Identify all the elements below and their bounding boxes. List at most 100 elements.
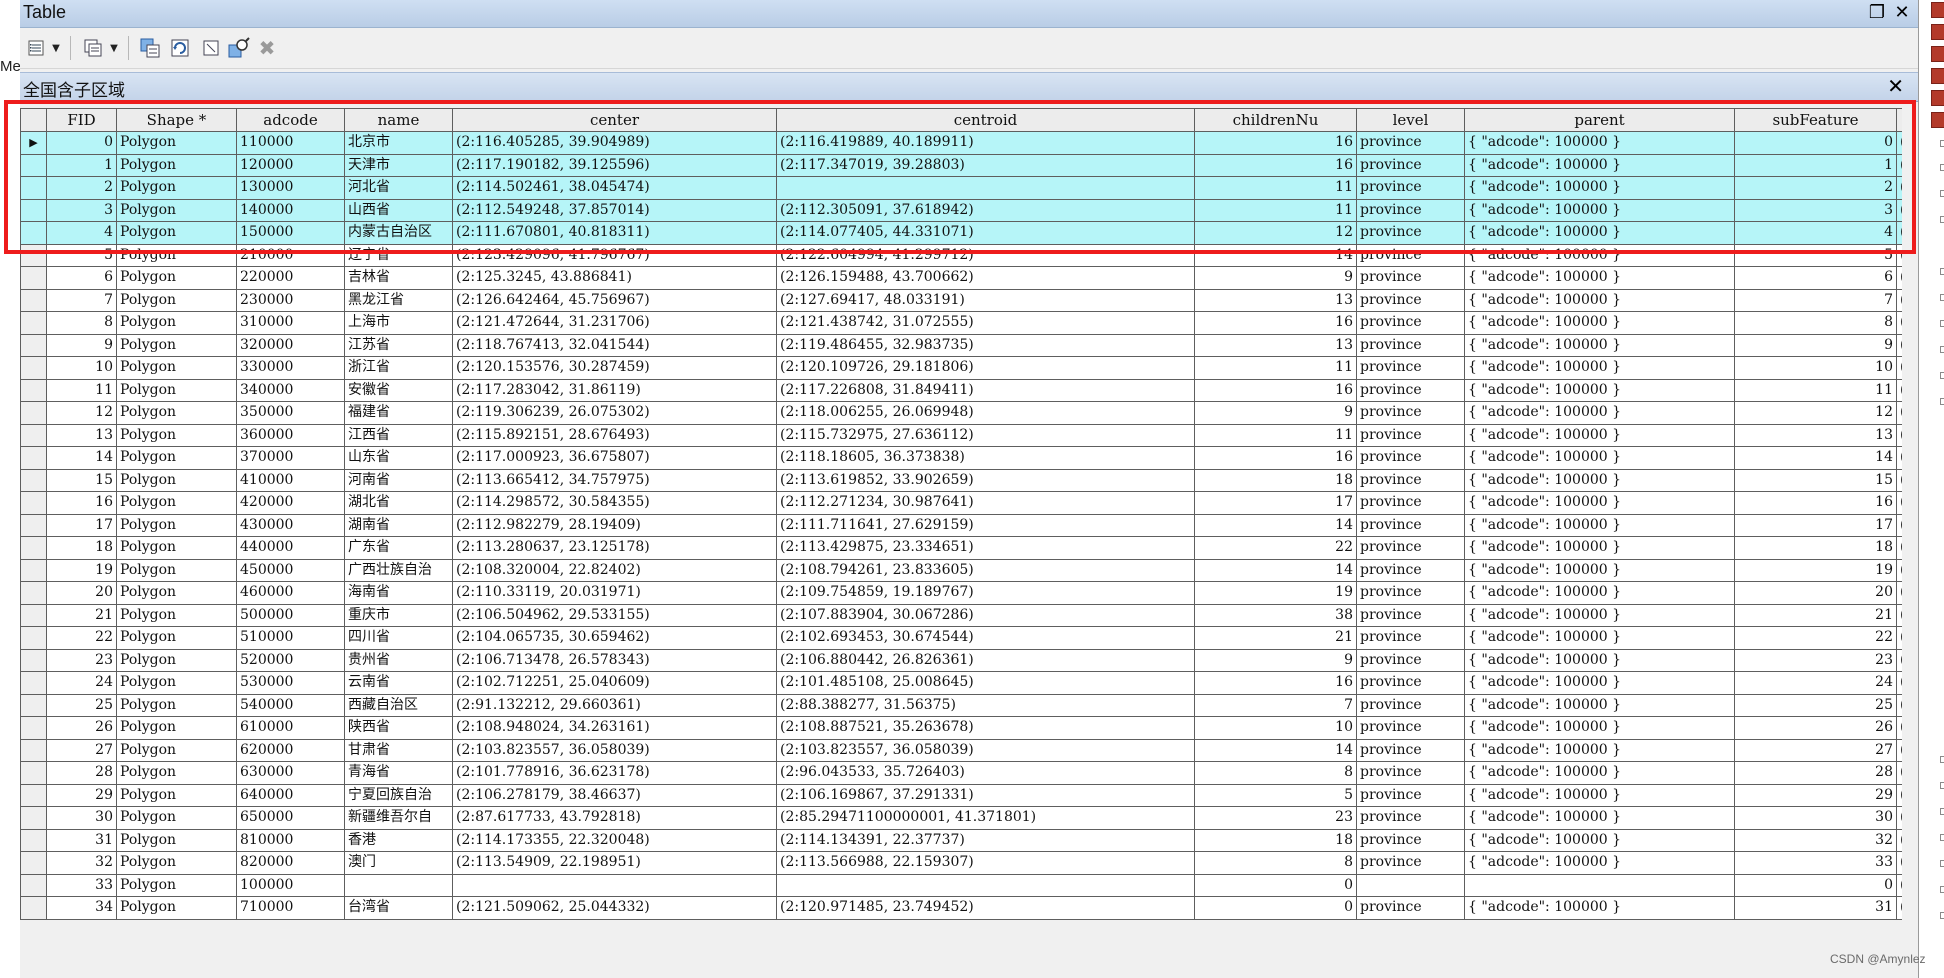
table-cell[interactable]: 23 bbox=[1734, 648, 1897, 672]
table-cell[interactable]: { "adcode": 100000 } bbox=[1464, 783, 1735, 807]
table-cell[interactable]: Polygon bbox=[116, 693, 237, 717]
column-header-overflow[interactable] bbox=[1896, 108, 1902, 132]
table-cell[interactable]: 410000 bbox=[236, 468, 345, 492]
table-tab[interactable]: 全国含子区域 ✕ bbox=[20, 72, 1918, 102]
table-cell-overflow[interactable]: ( bbox=[1896, 243, 1902, 267]
table-cell[interactable]: 340000 bbox=[236, 378, 345, 402]
table-cell[interactable]: 19 bbox=[46, 558, 117, 582]
table-cell[interactable]: { "adcode": 100000 } bbox=[1464, 671, 1735, 695]
row-selector[interactable] bbox=[20, 288, 47, 312]
table-cell[interactable]: Polygon bbox=[116, 851, 237, 875]
row-selector-header[interactable] bbox=[20, 108, 47, 132]
table-cell[interactable]: 210000 bbox=[236, 243, 345, 267]
table-row[interactable]: 10 Polygon 330000 浙江省 (2:120.153576, 30.2874… bbox=[20, 356, 1902, 380]
table-cell[interactable]: Polygon bbox=[116, 536, 237, 560]
table-cell[interactable]: 江西省 bbox=[344, 423, 453, 447]
table-cell[interactable]: 安徽省 bbox=[344, 378, 453, 402]
table-cell[interactable]: province bbox=[1356, 536, 1465, 560]
table-row[interactable]: 13 Polygon 360000 江西省 (2:115.892151, 28.6764… bbox=[20, 423, 1902, 447]
row-selector[interactable] bbox=[20, 806, 47, 830]
maximize-icon[interactable]: ❐ bbox=[1867, 3, 1887, 23]
table-cell[interactable]: { "adcode": 100000 } bbox=[1464, 558, 1735, 582]
table-cell[interactable]: 20 bbox=[46, 581, 117, 605]
table-cell[interactable]: 陕西省 bbox=[344, 716, 453, 740]
table-cell[interactable]: 33 bbox=[46, 873, 117, 897]
table-cell[interactable]: 18 bbox=[1194, 828, 1357, 852]
table-cell[interactable]: Polygon bbox=[116, 603, 237, 627]
table-cell[interactable]: Polygon bbox=[116, 558, 237, 582]
table-cell[interactable]: 北京市 bbox=[344, 131, 453, 155]
table-cell[interactable]: 0 bbox=[1194, 873, 1357, 897]
table-cell[interactable]: 30 bbox=[1734, 806, 1897, 830]
table-cell[interactable]: (2:113.619852, 33.902659) bbox=[776, 468, 1195, 492]
row-selector[interactable] bbox=[20, 153, 47, 177]
table-cell[interactable] bbox=[344, 873, 453, 897]
table-cell[interactable]: province bbox=[1356, 378, 1465, 402]
table-cell[interactable]: 16 bbox=[1194, 131, 1357, 155]
tree-expander-icon[interactable] bbox=[1940, 216, 1944, 223]
table-cell[interactable]: (2:101.778916, 36.623178) bbox=[452, 761, 777, 785]
table-cell[interactable]: 16 bbox=[1194, 671, 1357, 695]
table-cell[interactable]: 贵州省 bbox=[344, 648, 453, 672]
table-cell[interactable] bbox=[1356, 873, 1465, 897]
table-cell[interactable]: 650000 bbox=[236, 806, 345, 830]
row-selector[interactable] bbox=[20, 626, 47, 650]
table-cell[interactable]: Polygon bbox=[116, 131, 237, 155]
table-cell[interactable]: (2:123.429096, 41.796767) bbox=[452, 243, 777, 267]
table-cell[interactable]: (2:88.388277, 31.56375) bbox=[776, 693, 1195, 717]
tree-expander-icon[interactable] bbox=[1940, 372, 1944, 379]
table-cell[interactable]: 610000 bbox=[236, 716, 345, 740]
table-cell[interactable]: province bbox=[1356, 401, 1465, 425]
table-cell[interactable]: 山西省 bbox=[344, 198, 453, 222]
table-cell[interactable]: 0 bbox=[1734, 873, 1897, 897]
table-cell-overflow[interactable]: ( bbox=[1896, 311, 1902, 335]
table-row[interactable]: 31 Polygon 810000 香港 (2:114.173355, 22.32004… bbox=[20, 828, 1902, 852]
table-cell[interactable]: { "adcode": 100000 } bbox=[1464, 716, 1735, 740]
table-cell[interactable]: 16 bbox=[1194, 311, 1357, 335]
select-by-attributes-icon[interactable] bbox=[138, 36, 164, 60]
table-cell[interactable]: province bbox=[1356, 356, 1465, 380]
table-cell[interactable] bbox=[452, 873, 777, 897]
table-cell[interactable]: province bbox=[1356, 333, 1465, 357]
table-cell[interactable]: 13 bbox=[1194, 288, 1357, 312]
table-cell-overflow[interactable]: ( bbox=[1896, 536, 1902, 560]
table-cell[interactable]: { "adcode": 100000 } bbox=[1464, 356, 1735, 380]
table-cell[interactable]: { "adcode": 100000 } bbox=[1464, 603, 1735, 627]
table-cell[interactable]: { "adcode": 100000 } bbox=[1464, 693, 1735, 717]
table-cell[interactable]: (2:118.18605, 36.373838) bbox=[776, 446, 1195, 470]
table-cell[interactable]: 香港 bbox=[344, 828, 453, 852]
table-cell[interactable]: (2:112.305091, 37.618942) bbox=[776, 198, 1195, 222]
table-cell[interactable]: 澳门 bbox=[344, 851, 453, 875]
table-cell-overflow[interactable]: ( bbox=[1896, 491, 1902, 515]
table-cell[interactable]: 22 bbox=[46, 626, 117, 650]
table-cell[interactable]: (2:114.077405, 44.331071) bbox=[776, 221, 1195, 245]
table-cell[interactable]: (2:121.472644, 31.231706) bbox=[452, 311, 777, 335]
table-cell[interactable]: 710000 bbox=[236, 896, 345, 920]
table-cell[interactable]: Polygon bbox=[116, 716, 237, 740]
table-cell[interactable]: 7 bbox=[1734, 288, 1897, 312]
table-cell-overflow[interactable]: ( bbox=[1896, 896, 1902, 920]
tree-expander-icon[interactable] bbox=[1940, 860, 1944, 867]
table-cell[interactable]: (2:106.169867, 37.291331) bbox=[776, 783, 1195, 807]
table-cell[interactable]: 山东省 bbox=[344, 446, 453, 470]
row-selector[interactable] bbox=[20, 761, 47, 785]
table-cell[interactable]: 27 bbox=[46, 738, 117, 762]
table-cell[interactable]: 13 bbox=[46, 423, 117, 447]
table-cell[interactable]: 6 bbox=[1734, 266, 1897, 290]
table-cell[interactable]: (2:101.485108, 25.008645) bbox=[776, 671, 1195, 695]
table-cell[interactable]: 青海省 bbox=[344, 761, 453, 785]
table-cell[interactable]: province bbox=[1356, 603, 1465, 627]
table-cell[interactable]: 海南省 bbox=[344, 581, 453, 605]
table-cell[interactable]: (2:117.283042, 31.86119) bbox=[452, 378, 777, 402]
table-cell[interactable]: province bbox=[1356, 851, 1465, 875]
table-cell[interactable]: (2:118.006255, 26.069948) bbox=[776, 401, 1195, 425]
row-selector[interactable] bbox=[20, 558, 47, 582]
table-row[interactable]: 33Polygon10000000( bbox=[20, 873, 1902, 897]
table-cell[interactable]: (2:121.438742, 31.072555) bbox=[776, 311, 1195, 335]
table-cell-overflow[interactable]: ( bbox=[1896, 131, 1902, 155]
table-cell[interactable]: 2 bbox=[1734, 176, 1897, 200]
table-row[interactable]: 3 Polygon 140000 山西省 (2:112.549248, 37.85701… bbox=[20, 198, 1902, 222]
table-cell-overflow[interactable]: ( bbox=[1896, 378, 1902, 402]
table-cell[interactable]: 32 bbox=[1734, 828, 1897, 852]
table-cell[interactable]: (2:126.642464, 45.756967) bbox=[452, 288, 777, 312]
